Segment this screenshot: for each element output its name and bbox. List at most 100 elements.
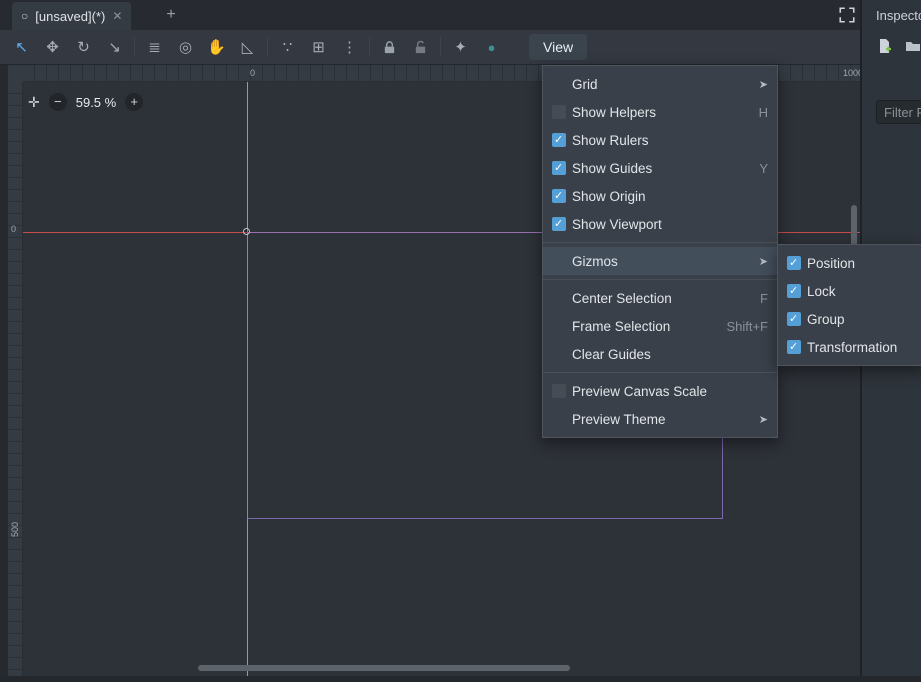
submenu-arrow-icon: ➤ <box>759 78 768 91</box>
shortcut-label: Y <box>759 161 768 176</box>
menu-indent <box>552 319 566 333</box>
checkbox-icon <box>787 284 801 298</box>
menu-item-label: Grid <box>572 77 598 92</box>
godot-editor-window: ○ [unsaved](*) ✕ + ↖ ✥ ↻ ↘ ≣ ◎ ✋ ◺ ∵ ⊞ ⋮… <box>0 0 921 682</box>
smart-snap-button[interactable]: ∵ <box>272 40 303 55</box>
menu-item-clear-guides[interactable]: Clear Guides <box>543 340 777 368</box>
toolbar-separator <box>369 37 370 57</box>
bottom-strip <box>0 676 921 682</box>
view-menu-popup: Grid ➤ Show Helpers H Show Rulers Show G… <box>542 65 778 438</box>
unlock-object-button[interactable] <box>405 39 436 55</box>
menu-separator <box>543 242 777 243</box>
center-view-icon[interactable]: ✛ <box>28 94 40 111</box>
shortcut-label: Shift+F <box>726 319 768 334</box>
submenu-arrow-icon: ➤ <box>759 255 768 268</box>
checkbox-icon <box>552 133 566 147</box>
checkbox-icon <box>552 217 566 231</box>
ruler-label: 0 <box>250 69 255 78</box>
submenu-item-group[interactable]: Group <box>778 305 921 333</box>
menu-item-label: Show Origin <box>572 189 646 204</box>
toolbar-separator <box>267 37 268 57</box>
close-tab-icon[interactable]: ✕ <box>112 9 122 23</box>
pan-tool-button[interactable]: ✋ <box>201 40 232 55</box>
submenu-item-transformation[interactable]: Transformation <box>778 333 921 361</box>
skeleton-bone-button[interactable]: ✦ <box>445 40 476 55</box>
submenu-item-position[interactable]: Position <box>778 249 921 277</box>
ruler-tool-button[interactable]: ◺ <box>232 40 263 55</box>
checkbox-icon <box>787 312 801 326</box>
zoom-in-button[interactable]: + <box>125 93 143 111</box>
menu-item-label: Frame Selection <box>572 319 670 334</box>
menu-indent <box>552 77 566 91</box>
menu-item-center-selection[interactable]: Center Selection F <box>543 284 777 312</box>
skeleton-options-button[interactable]: ● <box>476 41 507 54</box>
menu-separator <box>543 372 777 373</box>
menu-indent <box>552 412 566 426</box>
menu-item-preview-theme[interactable]: Preview Theme ➤ <box>543 405 777 433</box>
zoom-percent[interactable]: 59.5 % <box>76 95 116 110</box>
expand-window-icon[interactable] <box>838 6 856 24</box>
ruler-left[interactable]: 0 500 <box>8 82 23 676</box>
ruler-label: 500 <box>11 522 20 537</box>
scene-tab-bar: ○ [unsaved](*) ✕ + <box>0 0 862 30</box>
scene-tab-unsaved[interactable]: ○ [unsaved](*) ✕ <box>12 2 131 30</box>
new-scene-tab-button[interactable]: + <box>160 4 182 26</box>
horizontal-scrollbar[interactable] <box>198 665 570 671</box>
select-tool-button[interactable]: ↖ <box>6 40 37 55</box>
menu-item-label: Show Helpers <box>572 105 656 120</box>
menu-item-label: Lock <box>807 284 836 299</box>
menu-item-show-origin[interactable]: Show Origin <box>543 182 777 210</box>
filter-properties-input[interactable] <box>876 100 921 124</box>
menu-item-show-rulers[interactable]: Show Rulers <box>543 126 777 154</box>
scale-tool-button[interactable]: ↘ <box>99 40 130 55</box>
menu-item-label: Gizmos <box>572 254 618 269</box>
submenu-item-lock[interactable]: Lock <box>778 277 921 305</box>
menu-item-show-helpers[interactable]: Show Helpers H <box>543 98 777 126</box>
view-menu-button[interactable]: View <box>529 34 587 60</box>
menu-item-label: Position <box>807 256 855 271</box>
checkbox-icon <box>552 161 566 175</box>
ruler-corner <box>8 65 23 82</box>
move-tool-button[interactable]: ✥ <box>37 40 68 55</box>
inspector-toolbar <box>876 38 921 59</box>
canvas-toolbar: ↖ ✥ ↻ ↘ ≣ ◎ ✋ ◺ ∵ ⊞ ⋮ ✦ ● View <box>0 30 862 65</box>
ruler-label: 0 <box>11 225 16 234</box>
menu-item-show-viewport[interactable]: Show Viewport <box>543 210 777 238</box>
toolbar-separator <box>134 37 135 57</box>
menu-item-label: Show Rulers <box>572 133 649 148</box>
grid-snap-button[interactable]: ⊞ <box>303 40 334 55</box>
menu-item-label: Preview Canvas Scale <box>572 384 707 399</box>
load-resource-icon[interactable] <box>905 38 921 59</box>
origin-marker <box>243 228 250 235</box>
menu-item-grid[interactable]: Grid ➤ <box>543 70 777 98</box>
menu-item-preview-canvas-scale[interactable]: Preview Canvas Scale <box>543 377 777 405</box>
checkbox-icon <box>552 105 566 119</box>
rotate-tool-button[interactable]: ↻ <box>68 40 99 55</box>
menu-indent <box>552 291 566 305</box>
checkbox-icon <box>787 340 801 354</box>
menu-item-label: Preview Theme <box>572 412 666 427</box>
menu-item-frame-selection[interactable]: Frame Selection Shift+F <box>543 312 777 340</box>
new-resource-icon[interactable] <box>876 38 892 59</box>
pivot-tool-button[interactable]: ◎ <box>170 40 201 55</box>
checkbox-icon <box>552 384 566 398</box>
checkbox-icon <box>787 256 801 270</box>
menu-item-label: Show Viewport <box>572 217 662 232</box>
menu-item-label: Center Selection <box>572 291 672 306</box>
list-select-tool-button[interactable]: ≣ <box>139 40 170 55</box>
menu-indent <box>552 347 566 361</box>
snap-options-button[interactable]: ⋮ <box>334 40 365 55</box>
inspector-title: Inspector <box>876 8 921 23</box>
menu-item-label: Group <box>807 312 845 327</box>
menu-item-label: Show Guides <box>572 161 652 176</box>
scene-icon: ○ <box>21 10 28 22</box>
menu-item-show-guides[interactable]: Show Guides Y <box>543 154 777 182</box>
submenu-arrow-icon: ➤ <box>759 413 768 426</box>
menu-item-label: Transformation <box>807 340 897 355</box>
menu-item-gizmos[interactable]: Gizmos ➤ <box>543 247 777 275</box>
menu-item-label: Clear Guides <box>572 347 651 362</box>
zoom-out-button[interactable]: − <box>49 93 67 111</box>
shortcut-label: H <box>759 105 768 120</box>
toolbar-separator <box>440 37 441 57</box>
lock-object-button[interactable] <box>374 39 405 55</box>
